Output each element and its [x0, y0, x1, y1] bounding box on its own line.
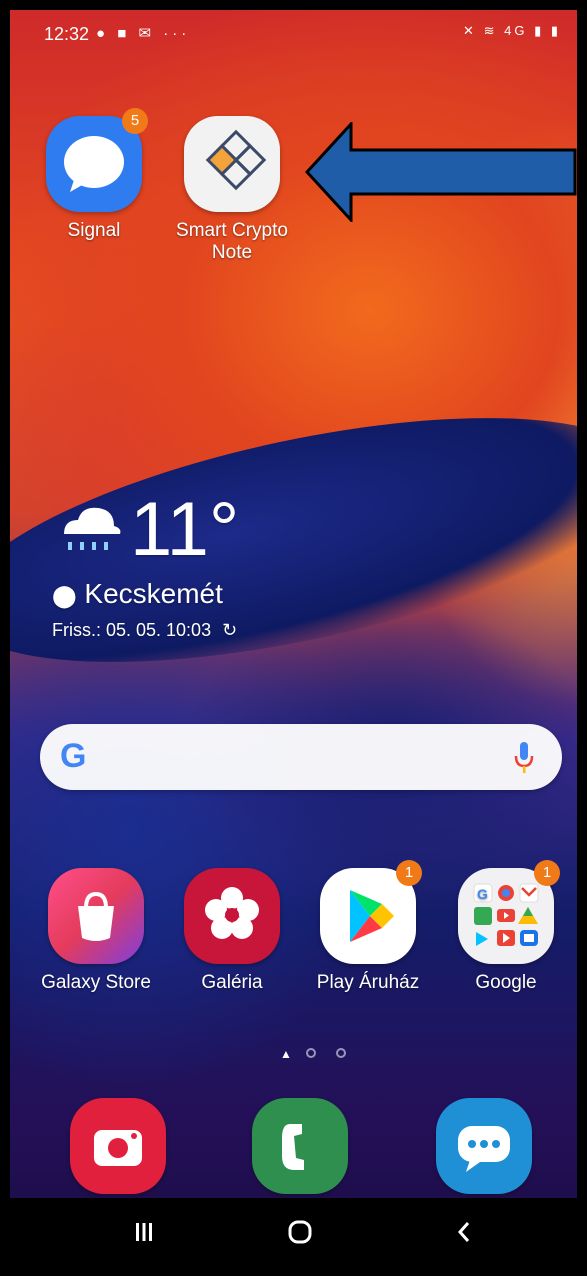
app-folder-google[interactable]: G 1 Google — [438, 860, 574, 994]
app-label-line1: Smart Crypto — [176, 220, 288, 241]
messages-icon — [436, 1098, 532, 1194]
page-dot[interactable] — [306, 1048, 316, 1058]
notification-badge: 1 — [534, 860, 560, 886]
wifi-icon: ≋ — [483, 23, 498, 38]
recents-icon — [136, 1223, 152, 1241]
mute-icon: ✕ — [463, 23, 477, 38]
app-label: Signal — [67, 220, 121, 241]
app-label-line2: Note — [211, 242, 253, 263]
notification-badge: 1 — [396, 860, 422, 886]
camera-icon — [70, 1098, 166, 1194]
galaxy-store-icon — [48, 868, 144, 964]
search-input[interactable] — [110, 740, 494, 776]
temperature: 11° — [130, 487, 240, 572]
home-button[interactable] — [260, 1210, 340, 1254]
smart-crypto-note-icon — [184, 116, 280, 212]
home-page-indicator-icon: ▲ — [280, 1047, 292, 1061]
mic-icon[interactable] — [514, 742, 534, 774]
rain-cloud-icon — [64, 507, 121, 550]
updated-text: Friss.: 05. 05. 10:03 — [52, 620, 212, 640]
gallery-icon — [184, 868, 280, 964]
app-label: Smart Crypto Note — [164, 220, 300, 264]
page-dot[interactable] — [336, 1048, 346, 1058]
app-label: Google — [475, 972, 537, 993]
navigation-bar — [10, 1198, 577, 1266]
recents-button[interactable] — [104, 1210, 184, 1254]
dock-messages[interactable] — [436, 1098, 532, 1194]
notification-badge: 5 — [122, 108, 148, 134]
app-signal[interactable]: 5 Signal — [46, 108, 148, 242]
location-pin-icon: ⬤ — [52, 583, 77, 608]
svg-text:G: G — [477, 886, 488, 902]
flipboard-icon: ■ — [117, 25, 131, 42]
home-icon — [288, 1220, 312, 1244]
4g-icon: 4G — [504, 23, 528, 38]
phone-icon — [252, 1098, 348, 1194]
status-notification-icons: ● ■ ✉ ··· — [96, 24, 190, 42]
google-folder-icon: G 1 — [458, 860, 560, 964]
status-system-icons: ✕ ≋ 4G ▮ ▮ — [463, 23, 561, 39]
dock-camera[interactable] — [70, 1098, 166, 1194]
city-name: Kecskemét — [84, 578, 223, 609]
more-icon: ··· — [163, 25, 191, 42]
back-icon — [457, 1222, 470, 1242]
app-label: Play Áruház — [316, 972, 420, 993]
signal-app-icon: 5 — [46, 108, 148, 212]
play-store-icon: 1 — [320, 860, 422, 964]
battery-icon: ▮ — [550, 23, 561, 38]
weather-location: ⬤ Kecskemét — [52, 578, 223, 610]
app-galaxy-store[interactable]: Galaxy Store — [28, 868, 164, 994]
back-button[interactable] — [424, 1210, 504, 1254]
dock-phone[interactable] — [252, 1098, 348, 1194]
status-time: 12:32 — [44, 24, 90, 44]
app-play-store[interactable]: 1 Play Áruház — [300, 860, 436, 994]
app-smart-crypto-note[interactable]: Smart Crypto Note — [164, 116, 300, 264]
refresh-icon[interactable]: ↻ — [222, 620, 237, 640]
google-search-bar[interactable]: G — [40, 724, 562, 790]
signal-icon: ▮ — [534, 23, 545, 38]
weather-updated: Friss.: 05. 05. 10:03 ↻ — [52, 620, 237, 641]
app-label: Galéria — [201, 972, 263, 993]
status-bar: 12:32 ● ■ ✉ ··· ✕ ≋ 4G ▮ ▮ — [10, 10, 577, 54]
app-gallery[interactable]: Galéria — [164, 868, 300, 994]
email-icon: ✉ — [138, 25, 156, 42]
page-indicator: ▲ — [240, 1045, 370, 1065]
messenger-icon: ● — [96, 25, 110, 42]
annotation-arrow-icon — [305, 122, 577, 222]
google-logo-icon: G — [60, 737, 87, 775]
app-label: Galaxy Store — [41, 972, 151, 993]
